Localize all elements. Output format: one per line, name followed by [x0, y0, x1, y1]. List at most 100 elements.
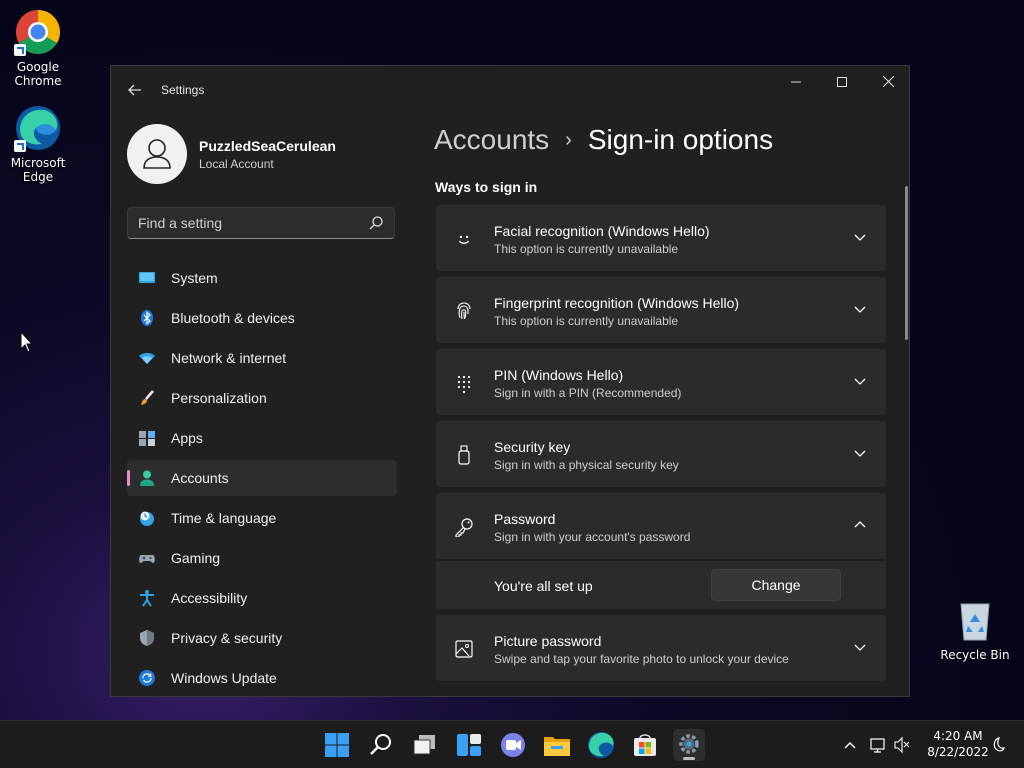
- desktop-icon-recycle-bin[interactable]: Recycle Bin: [940, 596, 1010, 662]
- sidebar-item-label: Network & internet: [171, 350, 287, 366]
- person-icon: [143, 139, 171, 169]
- maximize-icon: [837, 77, 847, 87]
- back-button[interactable]: [125, 80, 145, 100]
- password-status: You're all set up: [494, 578, 593, 594]
- search-icon: [370, 734, 391, 755]
- breadcrumb-separator: ›: [565, 128, 572, 151]
- desktop-icon-label: Microsoft: [10, 156, 66, 170]
- sidebar-item-label: System: [171, 270, 218, 286]
- sidebar-item-personalization[interactable]: Personalization: [127, 380, 397, 416]
- focus-assist-button[interactable]: [988, 729, 1006, 764]
- section-title: Ways to sign in: [435, 179, 538, 195]
- option-title: Password: [494, 511, 556, 527]
- chevron-down-icon: [854, 378, 866, 385]
- face-icon: [454, 229, 474, 249]
- person-icon: [138, 469, 156, 487]
- usb-key-icon: [454, 445, 474, 465]
- search-input[interactable]: [128, 208, 348, 238]
- sidebar-item-label: Privacy & security: [171, 630, 283, 646]
- accessibility-icon: [138, 589, 156, 607]
- sidebar-item-label: Apps: [171, 430, 203, 446]
- user-profile[interactable]: PuzzledSeaCerulean Local Account: [127, 124, 397, 184]
- settings-taskbar-button[interactable]: [673, 729, 705, 761]
- minimize-button[interactable]: [773, 66, 819, 98]
- windows-logo-icon: [325, 733, 349, 757]
- show-hidden-icons-button[interactable]: [842, 729, 858, 764]
- sidebar-item-accounts[interactable]: Accounts: [127, 460, 397, 496]
- clock-time: 4:20 AM: [933, 729, 983, 743]
- brush-icon: [138, 389, 156, 407]
- option-subtitle: Swipe and tap your favorite photo to unl…: [494, 652, 789, 666]
- option-pin[interactable]: PIN (Windows Hello) Sign in with a PIN (…: [436, 349, 886, 415]
- edge-button[interactable]: [585, 729, 617, 761]
- sidebar-item-time-language[interactable]: Time & language: [127, 500, 397, 536]
- sidebar-item-network[interactable]: Network & internet: [127, 340, 397, 376]
- volume-muted-icon: [894, 736, 910, 754]
- breadcrumb: Accounts › Sign-in options: [434, 124, 773, 156]
- change-password-button[interactable]: Change: [711, 569, 841, 601]
- chevron-up-icon: [854, 521, 866, 528]
- file-explorer-button[interactable]: [541, 729, 573, 761]
- edge-icon: [14, 104, 62, 152]
- sidebar-item-bluetooth[interactable]: Bluetooth & devices: [127, 300, 397, 336]
- chat-button[interactable]: [497, 729, 529, 761]
- chevron-down-icon: [854, 450, 866, 457]
- update-icon: [138, 669, 156, 687]
- option-facial-recognition[interactable]: Facial recognition (Windows Hello) This …: [436, 205, 886, 271]
- chrome-icon: [14, 8, 62, 56]
- option-subtitle: Sign in with your account's password: [494, 530, 691, 544]
- scrollbar-thumb[interactable]: [905, 186, 908, 340]
- desktop-icon-label: Chrome: [14, 74, 62, 88]
- taskbar: 4:20 AM 8/22/2022: [0, 720, 1024, 768]
- clock-globe-icon: [138, 509, 156, 527]
- desktop-icon-chrome[interactable]: Google Chrome: [3, 8, 73, 88]
- apps-icon: [138, 429, 156, 447]
- sidebar-nav: System Bluetooth & devices Network & int…: [127, 260, 397, 700]
- sidebar-item-privacy[interactable]: Privacy & security: [127, 620, 397, 656]
- start-button[interactable]: [321, 729, 353, 761]
- gamepad-icon: [138, 549, 156, 567]
- recycle-bin-icon: [951, 596, 999, 644]
- title-bar: Settings: [111, 66, 909, 114]
- shortcut-arrow-icon: [14, 44, 26, 56]
- volume-status[interactable]: [893, 729, 911, 764]
- moon-icon: [993, 737, 1005, 752]
- file-explorer-icon: [544, 737, 570, 756]
- network-status[interactable]: [869, 729, 887, 764]
- option-title: Facial recognition (Windows Hello): [494, 223, 710, 239]
- store-button[interactable]: [629, 729, 661, 761]
- option-subtitle: Sign in with a physical security key: [494, 458, 679, 472]
- option-fingerprint-recognition[interactable]: Fingerprint recognition (Windows Hello) …: [436, 277, 886, 343]
- option-picture-password[interactable]: Picture password Swipe and tap your favo…: [436, 615, 886, 681]
- sidebar-item-windows-update[interactable]: Windows Update: [127, 660, 397, 696]
- window-title: Settings: [161, 83, 205, 97]
- picture-icon: [454, 639, 474, 659]
- sidebar-item-apps[interactable]: Apps: [127, 420, 397, 456]
- sidebar-item-label: Accessibility: [171, 590, 248, 606]
- option-password[interactable]: Password Sign in with your account's pas…: [436, 493, 886, 559]
- sidebar-item-system[interactable]: System: [127, 260, 397, 296]
- clock-date: 8/22/2022: [927, 745, 989, 759]
- task-view-button[interactable]: [409, 729, 441, 761]
- shortcut-arrow-icon: [14, 140, 26, 152]
- close-button[interactable]: [865, 66, 911, 98]
- search-icon[interactable]: [368, 215, 384, 231]
- settings-window: Settings PuzzledSeaCerulean Local Accoun…: [110, 65, 910, 697]
- system-clock[interactable]: 4:20 AM 8/22/2022: [922, 728, 994, 760]
- back-arrow-icon: [128, 84, 141, 96]
- network-icon: [870, 738, 885, 753]
- option-title: Picture password: [494, 633, 602, 649]
- sidebar-item-accessibility[interactable]: Accessibility: [127, 580, 397, 616]
- shield-icon: [138, 629, 156, 647]
- maximize-button[interactable]: [819, 66, 865, 98]
- desktop-icon-label: Recycle Bin: [940, 648, 1010, 662]
- chevron-up-icon: [844, 742, 856, 749]
- chevron-down-icon: [854, 306, 866, 313]
- breadcrumb-parent[interactable]: Accounts: [434, 124, 549, 156]
- sidebar-item-gaming[interactable]: Gaming: [127, 540, 397, 576]
- profile-name: PuzzledSeaCerulean: [199, 138, 336, 154]
- option-security-key[interactable]: Security key Sign in with a physical sec…: [436, 421, 886, 487]
- desktop-icon-edge[interactable]: Microsoft Edge: [3, 104, 73, 184]
- widgets-button[interactable]: [453, 729, 485, 761]
- taskbar-search-button[interactable]: [365, 729, 397, 761]
